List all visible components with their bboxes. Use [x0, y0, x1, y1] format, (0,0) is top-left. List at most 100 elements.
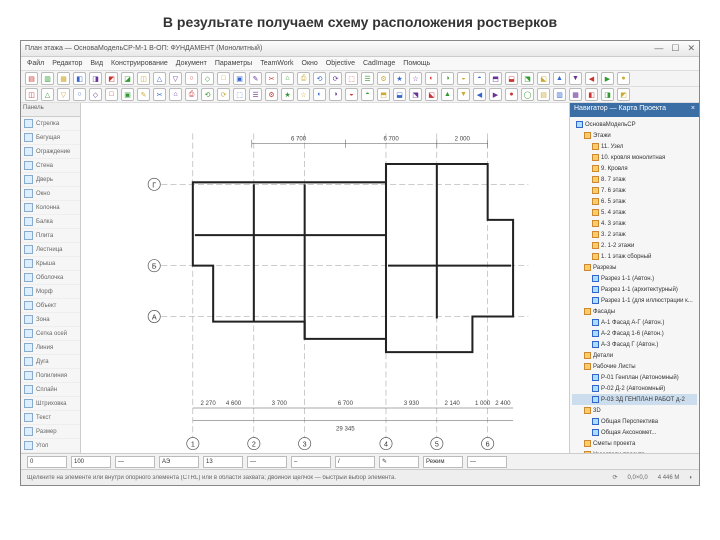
- toolbar-button[interactable]: ◨: [601, 88, 614, 101]
- toolbar-button[interactable]: ◐: [425, 72, 438, 85]
- menu-cadimage[interactable]: CadImage: [363, 60, 395, 67]
- toolbar-button[interactable]: ⟳: [217, 88, 230, 101]
- toolbar-button[interactable]: ◑: [441, 72, 454, 85]
- tree-node[interactable]: 11. Узел: [572, 141, 697, 152]
- toolbar-button[interactable]: ⬚: [345, 72, 358, 85]
- menu-файл[interactable]: Файл: [27, 60, 44, 67]
- tool-Полилиния[interactable]: Полилиния: [21, 369, 80, 383]
- tool-Крыша[interactable]: Крыша: [21, 257, 80, 271]
- toolbar-button[interactable]: ▣: [121, 88, 134, 101]
- tool-Зона[interactable]: Зона: [21, 313, 80, 327]
- tree-node[interactable]: ОсноваМодельСР: [572, 119, 697, 130]
- tree-node[interactable]: Разрезы: [572, 262, 697, 273]
- min-icon[interactable]: —: [654, 43, 663, 54]
- toolbar-button[interactable]: ⬓: [505, 72, 518, 85]
- menu-teamwork[interactable]: TeamWork: [260, 60, 293, 67]
- toolbar-button[interactable]: ★: [281, 88, 294, 101]
- tree-node[interactable]: 5. 4 этаж: [572, 207, 697, 218]
- menu-окно[interactable]: Окно: [302, 60, 318, 67]
- toolbar-button[interactable]: ▶: [489, 88, 502, 101]
- toolbar-button[interactable]: ⚙: [265, 88, 278, 101]
- toolbar-button[interactable]: ⎙: [185, 88, 198, 101]
- tool-Морф[interactable]: Морф: [21, 285, 80, 299]
- tree-node[interactable]: 1. 1 этаж сборный: [572, 251, 697, 262]
- tool-Плита[interactable]: Плита: [21, 229, 80, 243]
- tree-node[interactable]: Сметы проекта: [572, 438, 697, 449]
- tool-Балка[interactable]: Балка: [21, 215, 80, 229]
- infobar-field[interactable]: 13: [203, 456, 243, 468]
- toolbar-button[interactable]: ▦: [569, 88, 582, 101]
- tree-node[interactable]: А-2 Фасад 1-6 (Автон.): [572, 328, 697, 339]
- tree-node[interactable]: 10. кровля монолитная: [572, 152, 697, 163]
- toolbar-button[interactable]: ⬚: [233, 88, 246, 101]
- toolbar-button[interactable]: ◓: [361, 88, 374, 101]
- infobar-field[interactable]: ✎: [379, 456, 419, 468]
- toolbar-button[interactable]: △: [153, 72, 166, 85]
- toolbar-button[interactable]: □: [217, 72, 230, 85]
- tool-Оболочка[interactable]: Оболочка: [21, 271, 80, 285]
- tree-node[interactable]: P-03 ЗД ГЕНПЛАН РАБОТ д-2: [572, 394, 697, 405]
- tree-node[interactable]: 2. 1-2 этажи: [572, 240, 697, 251]
- menu-редактор[interactable]: Редактор: [52, 60, 82, 67]
- tree-node[interactable]: 9. Кровля: [572, 163, 697, 174]
- menu-objective[interactable]: Objective: [326, 60, 355, 67]
- toolbar-button[interactable]: ◇: [201, 72, 214, 85]
- toolbar-button[interactable]: ⟲: [313, 72, 326, 85]
- toolbar-button[interactable]: ◑: [329, 88, 342, 101]
- close-icon[interactable]: ✕: [687, 43, 695, 54]
- infobar-field[interactable]: —: [247, 456, 287, 468]
- tool-Угол[interactable]: Угол: [21, 439, 80, 453]
- toolbar-button[interactable]: ✂: [153, 88, 166, 101]
- tool-Линия[interactable]: Линия: [21, 341, 80, 355]
- toolbar-button[interactable]: ◐: [313, 88, 326, 101]
- toolbar-button[interactable]: ▶: [601, 72, 614, 85]
- toolbar-button[interactable]: ▽: [57, 88, 70, 101]
- infobar-field[interactable]: Режим: [423, 456, 463, 468]
- toolbar-button[interactable]: ★: [393, 72, 406, 85]
- tool-Текст[interactable]: Текст: [21, 411, 80, 425]
- toolbar-button[interactable]: ◫: [137, 72, 150, 85]
- toolbar-button[interactable]: ◀: [585, 72, 598, 85]
- tool-Сплайн[interactable]: Сплайн: [21, 383, 80, 397]
- toolbar-button[interactable]: ⌂: [281, 72, 294, 85]
- toolbar-button[interactable]: ▼: [569, 72, 582, 85]
- tree-node[interactable]: А-3 Фасад Г (Автон.): [572, 339, 697, 350]
- toolbar-button[interactable]: ▤: [25, 72, 38, 85]
- toolbar-button[interactable]: ◩: [105, 72, 118, 85]
- tree-node[interactable]: 3D: [572, 405, 697, 416]
- toolbar-button[interactable]: ▲: [553, 72, 566, 85]
- toolbar-button[interactable]: ▣: [233, 72, 246, 85]
- toolbar-button[interactable]: □: [105, 88, 118, 101]
- menu-вид[interactable]: Вид: [90, 60, 103, 67]
- toolbar-button[interactable]: ☆: [409, 72, 422, 85]
- menu-помощь[interactable]: Помощь: [403, 60, 430, 67]
- menu-конструирование[interactable]: Конструирование: [111, 60, 168, 67]
- toolbar-button[interactable]: ◧: [585, 88, 598, 101]
- tree-node[interactable]: Этажи: [572, 130, 697, 141]
- tree-node[interactable]: Разрез 1-1 (Автон.): [572, 273, 697, 284]
- toolbar-button[interactable]: ▲: [441, 88, 454, 101]
- toolbar-button[interactable]: ▥: [553, 88, 566, 101]
- tool-Бегущая[interactable]: Бегущая: [21, 131, 80, 145]
- toolbar-button[interactable]: ☰: [249, 88, 262, 101]
- toolbar-button[interactable]: ⬒: [377, 88, 390, 101]
- close-panel-icon[interactable]: ×: [691, 105, 695, 115]
- tree-node[interactable]: Общая Аксономет...: [572, 427, 697, 438]
- tool-Стена[interactable]: Стена: [21, 159, 80, 173]
- toolbar-button[interactable]: ⟲: [201, 88, 214, 101]
- toolbar-button[interactable]: ⬕: [537, 72, 550, 85]
- toolbar-button[interactable]: ⬒: [489, 72, 502, 85]
- tree-node[interactable]: 3. 2 этаж: [572, 229, 697, 240]
- menu-параметры[interactable]: Параметры: [215, 60, 252, 67]
- toolbar-button[interactable]: ▼: [457, 88, 470, 101]
- toolbar-button[interactable]: ◧: [73, 72, 86, 85]
- tree-node[interactable]: P-01 Генплан (Автономный): [572, 372, 697, 383]
- toolbar-button[interactable]: ◫: [25, 88, 38, 101]
- toolbar-button[interactable]: ●: [505, 88, 518, 101]
- tool-Лестница[interactable]: Лестница: [21, 243, 80, 257]
- tool-Дверь[interactable]: Дверь: [21, 173, 80, 187]
- tool-Ограждение[interactable]: Ограждение: [21, 145, 80, 159]
- toolbar-button[interactable]: ⬓: [393, 88, 406, 101]
- toolbar-button[interactable]: ◯: [521, 88, 534, 101]
- drawing-canvas[interactable]: 123456 ГБА 6 7006 7002 000 2 2704 60: [81, 103, 569, 469]
